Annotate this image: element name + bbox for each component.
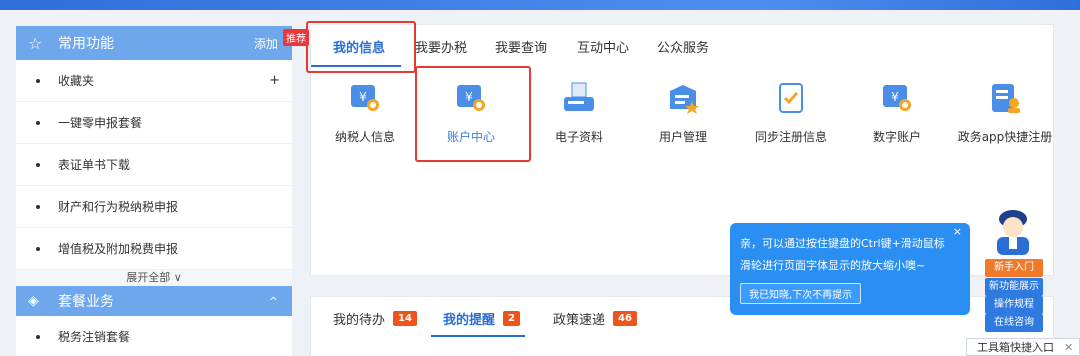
- icon-label: 用户管理: [658, 130, 707, 144]
- electronic-data-button[interactable]: 电子资料: [529, 81, 629, 145]
- sync-registration-button[interactable]: 同步注册信息: [741, 81, 841, 145]
- sidebar-item-favorites[interactable]: 收藏夹 +: [16, 60, 292, 102]
- toolbox-entry[interactable]: 工具箱快捷入口 ✕: [966, 338, 1080, 356]
- sidebar-item-label: 表证单书下载: [58, 158, 131, 172]
- bullet-icon: [36, 162, 40, 167]
- sidebar-item-label: 税务注销套餐: [58, 330, 131, 344]
- expand-all-button[interactable]: 展开全部 ∨: [16, 270, 292, 286]
- zoom-hint-tooltip: × 亲，可以通过按住键盘的Ctrl键+滑动鼠标 滑轮进行页面字体显示的放大缩小噢…: [730, 223, 970, 315]
- icon-label: 政务app快捷注册: [957, 130, 1053, 144]
- user-management-button[interactable]: 用户管理: [633, 81, 733, 145]
- close-icon[interactable]: ×: [953, 225, 962, 238]
- bullet-icon: [36, 204, 40, 209]
- tooltip-line-1: 亲，可以通过按住键盘的Ctrl键+滑动鼠标: [740, 237, 945, 250]
- todo-count-badge: 14: [393, 311, 417, 326]
- sidebar-item-label: 财产和行为税纳税申报: [58, 200, 179, 214]
- svg-text:¥: ¥: [359, 90, 367, 104]
- svg-text:¥: ¥: [891, 90, 899, 104]
- sidebar-section-title: 套餐业务: [58, 294, 114, 310]
- main-tabs: 我的信息 我要办税 我要查询 互动中心 公众服务: [311, 25, 1053, 71]
- tab-label: 我的待办: [333, 313, 386, 328]
- tab-label: 政策速递: [553, 313, 606, 328]
- tooltip-line-2: 滑轮进行页面字体显示的放大缩小噢~: [740, 259, 926, 272]
- assistant-avatar-icon: [997, 210, 1029, 255]
- sidebar-header-packages[interactable]: ◈ 套餐业务 ^: [16, 286, 292, 316]
- sidebar-item-label: 收藏夹: [58, 74, 95, 88]
- taxpayer-info-button[interactable]: ¥ 纳税人信息: [315, 81, 415, 145]
- tab-todo[interactable]: 我的待办 14: [333, 309, 417, 328]
- layers-icon: ◈: [28, 293, 39, 309]
- tab-interaction[interactable]: 互动中心: [577, 37, 629, 56]
- icon-label: 数字账户: [872, 130, 921, 144]
- star-icon: ☆: [28, 33, 43, 53]
- tab-query[interactable]: 我要查询: [495, 37, 547, 56]
- beginner-guide-button[interactable]: 新手入门: [985, 259, 1043, 277]
- user-management-icon: [670, 85, 699, 114]
- highlight-account-center: [415, 66, 531, 162]
- digital-account-button[interactable]: ¥ 数字账户: [847, 81, 947, 145]
- tab-policy-news[interactable]: 政策速递 46: [553, 309, 637, 328]
- sidebar-header-title: 常用功能: [58, 36, 114, 52]
- bullet-icon: [36, 120, 40, 125]
- toolbox-label: 工具箱快捷入口: [977, 341, 1054, 354]
- digital-account-icon: ¥: [883, 85, 911, 111]
- add-button[interactable]: 添加: [254, 35, 278, 52]
- sidebar-item-vat[interactable]: 增值税及附加税费申报: [16, 228, 292, 270]
- sidebar-item-label: 一键零申报套餐: [58, 116, 143, 130]
- bullet-icon: [36, 334, 40, 339]
- electronic-data-icon: [564, 82, 594, 111]
- gov-app-register-icon: [992, 84, 1020, 113]
- tab-public-service[interactable]: 公众服务: [657, 37, 709, 56]
- close-icon[interactable]: ✕: [1064, 341, 1073, 354]
- tab-tax-handling[interactable]: 我要办税: [415, 37, 467, 56]
- new-features-button[interactable]: 新功能展示: [985, 278, 1043, 296]
- sidebar: ☆ 常用功能 添加 收藏夹 + 一键零申报套餐 表证单书下载 财产和行为税纳税申…: [16, 26, 292, 356]
- top-banner-strip: [0, 0, 1080, 10]
- gov-app-register-button[interactable]: 政务app快捷注册: [955, 81, 1055, 145]
- taxpayer-info-icon: ¥: [351, 85, 379, 111]
- online-consult-button[interactable]: 在线咨询: [985, 314, 1043, 332]
- reminder-count-badge: 2: [503, 311, 520, 326]
- sidebar-item-label: 增值税及附加税费申报: [58, 242, 179, 256]
- active-tab-underline: [431, 335, 525, 337]
- bullet-icon: [36, 78, 40, 83]
- policy-count-badge: 46: [613, 311, 637, 326]
- sidebar-item-property-tax[interactable]: 财产和行为税纳税申报: [16, 186, 292, 228]
- icon-label: 纳税人信息: [334, 130, 395, 144]
- sidebar-item-zero-declaration[interactable]: 一键零申报套餐: [16, 102, 292, 144]
- sidebar-item-form-download[interactable]: 表证单书下载: [16, 144, 292, 186]
- sidebar-header-common-functions: ☆ 常用功能 添加: [16, 26, 292, 60]
- operation-rules-button[interactable]: 操作规程: [985, 296, 1043, 314]
- icon-label: 电子资料: [554, 130, 603, 144]
- highlight-tab-my-info: [306, 21, 416, 73]
- chevron-up-icon[interactable]: ^: [269, 295, 278, 308]
- sidebar-item-deregistration[interactable]: 税务注销套餐: [16, 316, 292, 356]
- tab-reminders[interactable]: 我的提醒 2: [443, 309, 520, 328]
- dismiss-tooltip-button[interactable]: 我已知晓,下次不再提示: [740, 283, 862, 304]
- tab-label: 我的提醒: [443, 313, 496, 328]
- bullet-icon: [36, 246, 40, 251]
- icon-label: 同步注册信息: [754, 130, 827, 144]
- assistant-widget: 新手入门 新功能展示 操作规程 在线咨询: [975, 205, 1050, 335]
- add-favorite-icon[interactable]: +: [269, 73, 280, 88]
- sync-registration-icon: [779, 83, 803, 113]
